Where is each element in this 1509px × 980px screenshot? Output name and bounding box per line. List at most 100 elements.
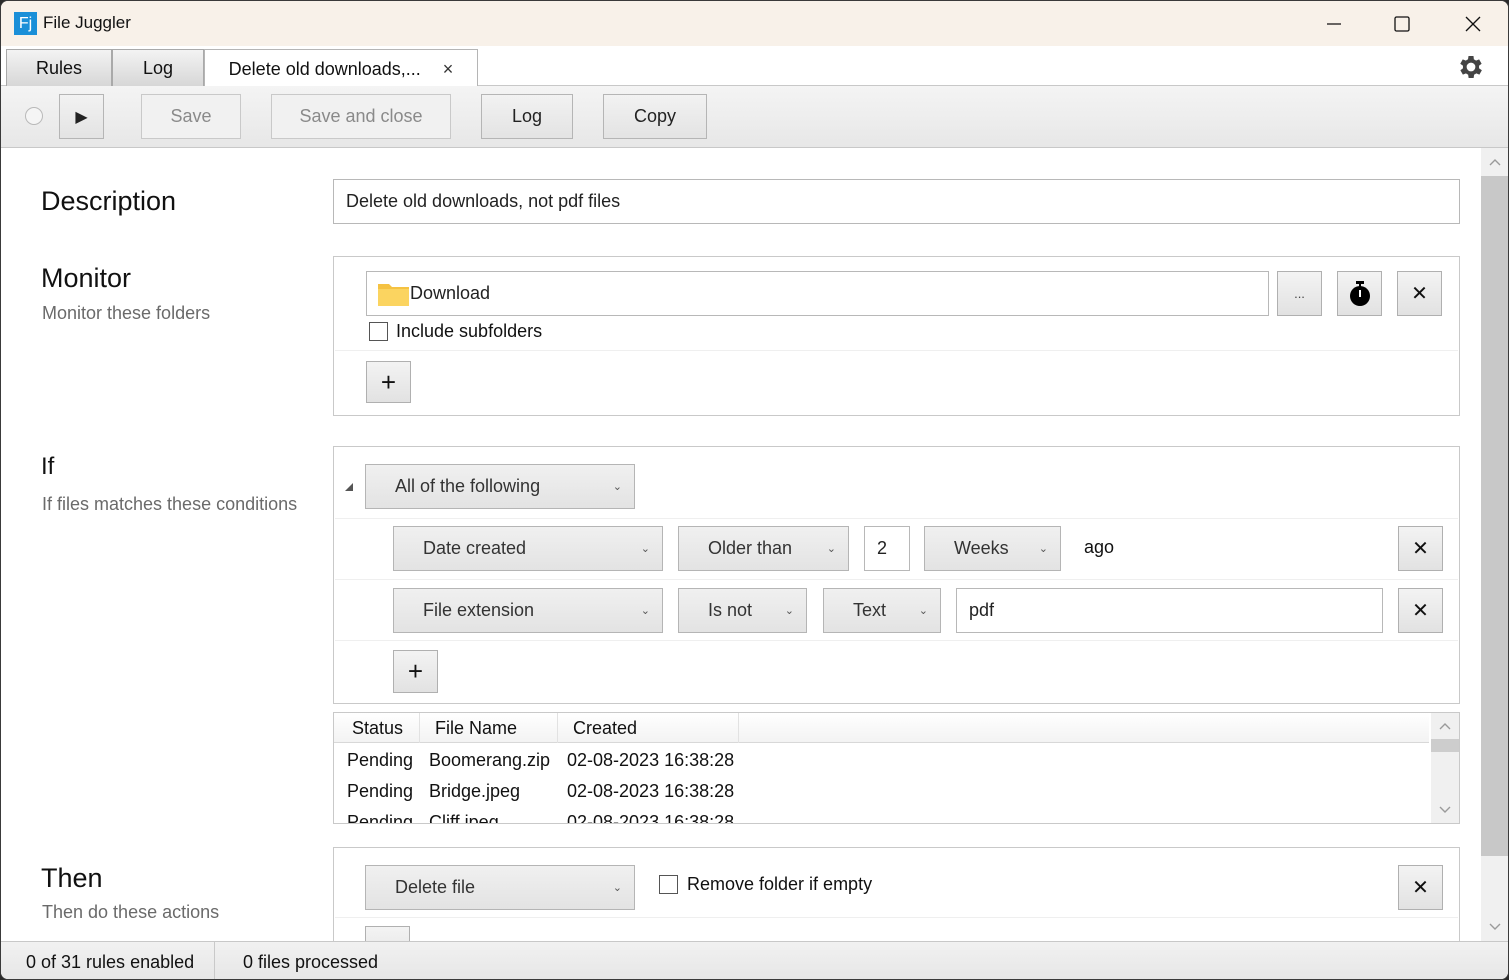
action-select[interactable]: Delete file ⌄ xyxy=(365,865,635,910)
maximize-icon xyxy=(1394,15,1410,32)
condition-group-select[interactable]: All of the following ⌄ xyxy=(365,464,635,509)
gear-icon[interactable] xyxy=(1456,52,1486,82)
cell-created: 02-08-2023 16:38:28 xyxy=(567,812,735,824)
scroll-up-icon[interactable] xyxy=(1439,722,1451,730)
chevron-down-icon: ⌄ xyxy=(640,604,650,617)
description-input[interactable]: Delete old downloads, not pdf files xyxy=(333,179,1460,224)
chevron-down-icon: ⌄ xyxy=(1038,542,1048,555)
condition-operator-select[interactable]: Older than ⌄ xyxy=(678,526,849,571)
schedule-button[interactable] xyxy=(1337,271,1382,316)
chevron-down-icon: ⌄ xyxy=(612,881,622,894)
main-scrollbar[interactable] xyxy=(1481,148,1508,941)
files-processed-status: 0 files processed xyxy=(243,951,379,972)
tab-bar: Rules Log Delete old downloads,... × xyxy=(1,46,1508,88)
if-subtitle: If files matches these conditions xyxy=(42,494,298,514)
scroll-up-icon[interactable] xyxy=(1481,148,1508,176)
divider xyxy=(335,350,1458,351)
grid-scroll-thumb[interactable] xyxy=(1431,739,1459,752)
scroll-down-icon[interactable] xyxy=(1481,913,1508,941)
remove-folder-if-empty-label: Remove folder if empty xyxy=(687,874,873,894)
folder-path-input[interactable]: Download xyxy=(366,271,1269,316)
toolbar: ▶ Save Save and close Log Copy xyxy=(1,86,1508,148)
description-heading: Description xyxy=(41,186,177,216)
remove-condition-button[interactable]: ✕ xyxy=(1398,588,1443,633)
tab-label: Log xyxy=(142,58,174,78)
tab-close-icon[interactable]: × xyxy=(443,59,454,80)
log-button[interactable]: Log xyxy=(481,94,573,139)
title-bar: Fj File Juggler xyxy=(1,1,1508,46)
add-action-button[interactable] xyxy=(365,926,410,941)
remove-icon: ✕ xyxy=(1412,877,1429,899)
include-subfolders-label: Include subfolders xyxy=(396,321,543,341)
cell-created: 02-08-2023 16:38:28 xyxy=(567,781,735,801)
condition-operator-select[interactable]: Is not ⌄ xyxy=(678,588,807,633)
extension-value-input[interactable]: pdf xyxy=(956,588,1383,633)
chevron-down-icon: ⌄ xyxy=(640,542,650,555)
cell-status: Pending xyxy=(347,781,414,801)
remove-icon: ✕ xyxy=(1411,283,1428,305)
save-button[interactable]: Save xyxy=(141,94,241,139)
tab-label: Rules xyxy=(35,58,83,78)
value-type-select[interactable]: Text ⌄ xyxy=(823,588,941,633)
select-value: Weeks xyxy=(954,538,1009,558)
collapse-triangle-icon[interactable] xyxy=(344,482,354,492)
tab-rules[interactable]: Rules xyxy=(6,49,112,87)
remove-action-button[interactable]: ✕ xyxy=(1398,865,1443,910)
enable-rule-toggle[interactable] xyxy=(25,107,43,125)
chevron-down-icon: ⌄ xyxy=(918,604,928,617)
then-heading: Then xyxy=(41,863,103,893)
close-icon xyxy=(1465,16,1481,31)
stopwatch-icon xyxy=(1349,280,1370,306)
monitor-panel: Download ... ✕ Include subfolders + xyxy=(333,256,1460,416)
run-rule-button[interactable]: ▶ xyxy=(59,94,104,139)
matching-files-grid: Status File Name Created Pending Boomera… xyxy=(333,712,1460,824)
monitor-subtitle: Monitor these folders xyxy=(42,303,211,323)
cell-file-name: Cliff.jpeg xyxy=(429,812,499,824)
include-subfolders-checkbox[interactable] xyxy=(369,322,388,341)
column-header-file-name[interactable]: File Name xyxy=(420,713,558,743)
divider xyxy=(335,917,1458,918)
chevron-down-icon: ⌄ xyxy=(612,480,622,493)
condition-field-select[interactable]: File extension ⌄ xyxy=(393,588,663,633)
remove-icon: ✕ xyxy=(1412,600,1429,622)
conditions-panel: All of the following ⌄ Date created ⌄ Olde… xyxy=(333,446,1460,704)
remove-folder-button[interactable]: ✕ xyxy=(1397,271,1442,316)
main-scroll-thumb[interactable] xyxy=(1481,176,1508,856)
add-condition-button[interactable]: + xyxy=(393,650,438,693)
column-header-status[interactable]: Status xyxy=(334,713,420,743)
grid-scrollbar[interactable] xyxy=(1431,713,1459,823)
select-value: Text xyxy=(853,600,887,620)
minimize-icon xyxy=(1327,22,1341,25)
status-divider xyxy=(214,942,215,979)
actions-panel: Delete file ⌄ Remove folder if empty ✕ xyxy=(333,847,1460,941)
remove-folder-if-empty-checkbox[interactable] xyxy=(659,875,678,894)
amount-input[interactable]: 2 xyxy=(864,526,910,571)
chevron-down-icon: ⌄ xyxy=(826,542,836,555)
select-value: Is not xyxy=(708,600,753,620)
remove-condition-button[interactable]: ✕ xyxy=(1398,526,1443,571)
cell-file-name: Bridge.jpeg xyxy=(429,781,521,801)
tab-log[interactable]: Log xyxy=(112,49,204,87)
column-header-created[interactable]: Created xyxy=(558,713,739,743)
minimize-button[interactable] xyxy=(1299,1,1369,46)
chevron-down-icon: ⌄ xyxy=(784,604,794,617)
copy-button[interactable]: Copy xyxy=(603,94,707,139)
cell-file-name: Boomerang.zip xyxy=(429,750,551,770)
rules-enabled-status: 0 of 31 rules enabled xyxy=(26,951,195,972)
then-subtitle: Then do these actions xyxy=(42,902,220,922)
browse-folder-button[interactable]: ... xyxy=(1277,271,1322,316)
folder-icon xyxy=(378,283,409,306)
maximize-button[interactable] xyxy=(1367,1,1437,46)
tab-rule-editor[interactable]: Delete old downloads,... × xyxy=(204,49,478,88)
add-folder-button[interactable]: + xyxy=(366,361,411,403)
divider xyxy=(335,640,1458,641)
remove-icon: ✕ xyxy=(1412,538,1429,560)
close-window-button[interactable] xyxy=(1438,1,1508,46)
cell-status: Pending xyxy=(347,812,414,824)
time-unit-select[interactable]: Weeks ⌄ xyxy=(924,526,1061,571)
if-heading: If xyxy=(41,453,55,480)
scroll-down-icon[interactable] xyxy=(1439,806,1451,814)
save-and-close-button[interactable]: Save and close xyxy=(271,94,451,139)
condition-field-select[interactable]: Date created ⌄ xyxy=(393,526,663,571)
tab-label: Delete old downloads,... xyxy=(228,58,421,79)
